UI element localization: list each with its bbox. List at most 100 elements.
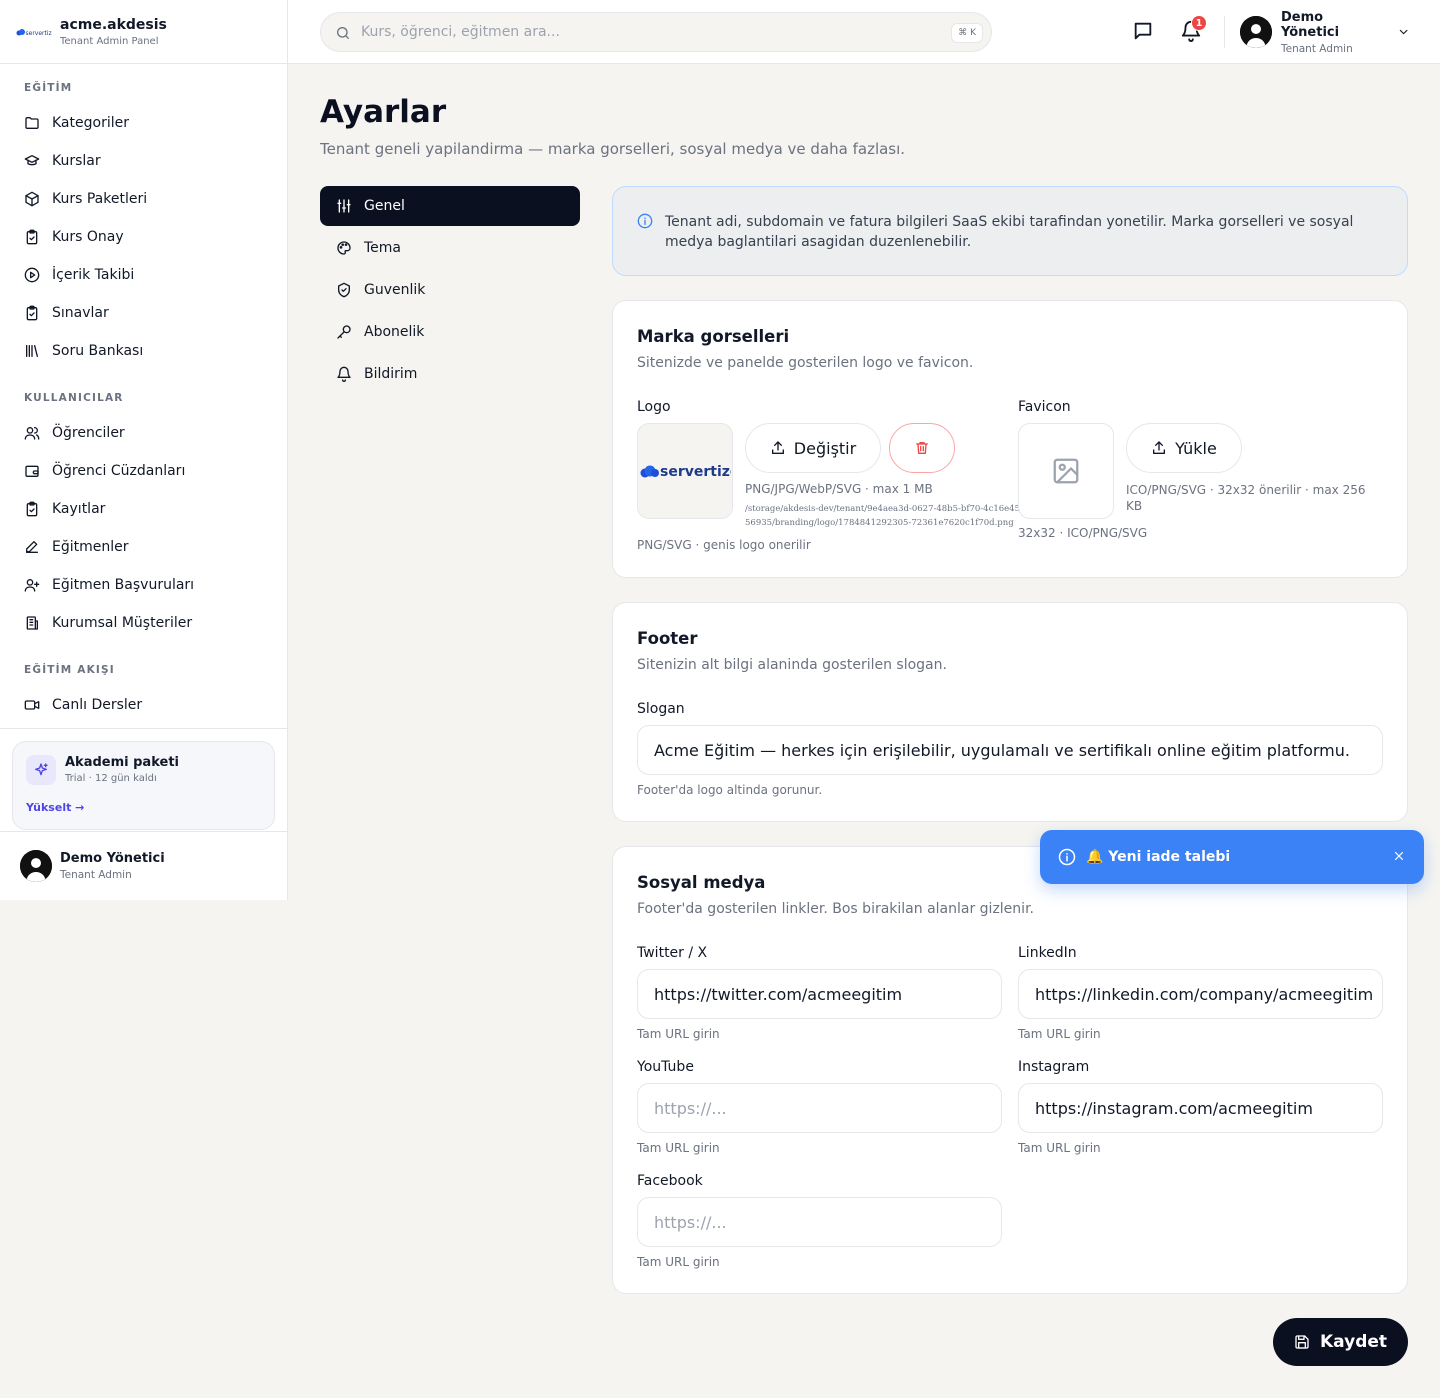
sidebar-user-role: Tenant Admin xyxy=(60,869,132,881)
sidebar-item-label: Öğrenciler xyxy=(52,425,125,441)
sidebar-item-kurslar[interactable]: Kurslar xyxy=(0,142,287,180)
change-logo-button[interactable]: Değiştir xyxy=(745,423,881,473)
sidebar-item-label: İçerik Takibi xyxy=(52,267,135,283)
sidebar-item-kurs-onay[interactable]: Kurs Onay xyxy=(0,218,287,256)
logo-hint: PNG/SVG · genis logo onerilir xyxy=(637,538,811,552)
sidebar-user-name: Demo Yönetici xyxy=(60,851,165,866)
twitter-input[interactable]: https://twitter.com/acmeegitim xyxy=(637,969,1002,1019)
package-icon xyxy=(25,191,39,207)
tab-tema[interactable]: Tema xyxy=(320,228,580,268)
close-icon[interactable] xyxy=(1392,849,1406,863)
twitter-label: Twitter / X xyxy=(637,945,708,961)
upload-favicon-button[interactable]: Yükle xyxy=(1126,423,1242,473)
toast-notification[interactable]: 🔔 Yeni iade talebi xyxy=(1040,830,1424,884)
upgrade-subtitle: Trial · 12 gün kaldı xyxy=(65,773,157,784)
brand-logo: servertize xyxy=(16,25,52,39)
sidebar-item-ogrenci-cuzdanlari[interactable]: Öğrenci Cüzdanları xyxy=(0,452,287,490)
footer-card: Footer Sitenizin alt bilgi alaninda gost… xyxy=(612,602,1408,822)
messages-button[interactable] xyxy=(1132,20,1156,44)
brand-logo-text: servertize xyxy=(26,30,53,37)
sidebar-user[interactable]: Demo Yönetici Tenant Admin xyxy=(0,831,287,900)
delete-logo-button[interactable] xyxy=(889,423,955,473)
upgrade-link[interactable]: Yükselt → xyxy=(26,801,84,814)
clipboard-check-icon xyxy=(26,305,38,321)
sidebar-item-label: Eğitmen Başvuruları xyxy=(52,577,195,593)
tab-abonelik[interactable]: Abonelik xyxy=(320,312,580,352)
sidebar-item-canli-dersler[interactable]: Canlı Dersler xyxy=(0,686,287,724)
topbar-divider xyxy=(1224,16,1225,48)
user-menu[interactable]: Demo Yönetici Tenant Admin xyxy=(1240,10,1410,55)
facebook-label: Facebook xyxy=(637,1173,703,1189)
bell-icon xyxy=(337,366,351,382)
search-input[interactable]: Kurs, öğrenci, eğitmen ara... ⌘ K xyxy=(320,12,992,52)
shield-check-icon xyxy=(338,282,350,298)
sidebar-item-egitmenler[interactable]: Eğitmenler xyxy=(0,528,287,566)
linkedin-input[interactable]: https://linkedin.com/company/acmeegitim xyxy=(1018,969,1383,1019)
logo-label: Logo xyxy=(637,399,671,415)
upload-icon xyxy=(771,441,784,454)
brand[interactable]: servertize acme.akdesis Tenant Admin Pan… xyxy=(0,0,287,64)
logo-path-line1: /storage/akdesis-dev/tenant/9e4aea3d-062… xyxy=(745,504,1020,514)
info-icon xyxy=(1058,848,1076,866)
instagram-input[interactable]: https://instagram.com/acmeegitim xyxy=(1018,1083,1383,1133)
save-button[interactable]: Kaydet xyxy=(1273,1318,1408,1366)
tab-bildirim[interactable]: Bildirim xyxy=(320,354,580,394)
notifications-button[interactable]: 1 xyxy=(1180,15,1207,44)
message-square-icon xyxy=(1134,22,1152,40)
sidebar-item-sinavlar[interactable]: Sınavlar xyxy=(0,294,287,332)
sidebar-item-ogrenciler[interactable]: Öğrenciler xyxy=(0,414,287,452)
slogan-hint: Footer'da logo altinda gorunur. xyxy=(637,783,823,797)
info-text-line2: medya baglantilari asagidan duzenlenebil… xyxy=(665,234,972,250)
video-icon xyxy=(24,700,40,710)
users-icon xyxy=(24,427,40,440)
tab-label: Abonelik xyxy=(364,324,425,340)
branding-title: Marka gorselleri xyxy=(637,327,790,346)
sidebar-item-icerik-takibi[interactable]: İçerik Takibi xyxy=(0,256,287,294)
sliders-icon xyxy=(337,199,351,213)
sidebar-item-kayitlar[interactable]: Kayıtlar xyxy=(0,490,287,528)
slogan-input[interactable]: Acme Eğitim — herkes için erişilebilir, … xyxy=(637,725,1383,775)
clipboard-check-icon xyxy=(26,501,38,517)
brand-subtitle: Tenant Admin Panel xyxy=(60,35,159,47)
logo-preview: servertize xyxy=(637,423,733,519)
sidebar-item-kategoriler[interactable]: Kategoriler xyxy=(0,104,287,142)
trash-icon xyxy=(916,442,928,454)
favicon-label: Favicon xyxy=(1018,399,1071,415)
sidebar-item-label: Kurslar xyxy=(52,153,101,169)
sidebar-item-label: Kurs Onay xyxy=(52,229,124,245)
sidebar: servertize acme.akdesis Tenant Admin Pan… xyxy=(0,0,288,900)
tab-label: Bildirim xyxy=(364,366,418,382)
favicon-formats-line1: ICO/PNG/SVG · 32x32 önerilir · max 256 xyxy=(1126,483,1366,497)
tab-genel[interactable]: Genel xyxy=(320,186,580,226)
user-name: Demo Yönetici xyxy=(1281,9,1340,40)
sidebar-item-kurs-paketleri[interactable]: Kurs Paketleri xyxy=(0,180,287,218)
sidebar-item-label: Sınavlar xyxy=(52,305,109,321)
sidebar-item-soru-bankasi[interactable]: Soru Bankası xyxy=(0,332,287,370)
graduation-cap-icon xyxy=(24,155,40,166)
change-logo-label: Değiştir xyxy=(793,438,857,458)
search-placeholder: Kurs, öğrenci, eğitmen ara... xyxy=(361,24,560,40)
toast-text: 🔔 Yeni iade talebi xyxy=(1086,849,1231,865)
slogan-label: Slogan xyxy=(637,701,685,717)
tab-label: Tema xyxy=(364,240,402,256)
page-title: Ayarlar xyxy=(320,94,447,130)
tab-guvenlik[interactable]: Guvenlik xyxy=(320,270,580,310)
footer-title: Footer xyxy=(637,629,698,648)
sidebar-item-egitmen-basvurulari[interactable]: Eğitmen Başvuruları xyxy=(0,566,287,604)
nav-section-kullanicilar: KULLANICILAR xyxy=(24,392,124,404)
info-banner: Tenant adi, subdomain ve fatura bilgiler… xyxy=(612,186,1408,276)
sidebar-item-kurumsal-musteriler[interactable]: Kurumsal Müşteriler xyxy=(0,604,287,642)
facebook-input[interactable]: https://... xyxy=(637,1197,1002,1247)
sidebar-item-label: Soru Bankası xyxy=(52,343,144,359)
info-icon xyxy=(637,213,653,229)
settings-tabs: Genel Tema Guvenlik Abonelik Bildirim xyxy=(320,186,580,396)
clipboard-check-icon xyxy=(26,229,38,245)
social-subtitle: Footer'da gosterilen linkler. Bos biraki… xyxy=(637,901,1034,917)
key-icon xyxy=(337,325,351,339)
search-icon xyxy=(337,27,349,39)
sidebar-item-label: Kurs Paketleri xyxy=(52,191,148,207)
topbar: Kurs, öğrenci, eğitmen ara... ⌘ K 1 Demo… xyxy=(288,0,1440,64)
logo-path-line2: 56935/branding/logo/1784841292305-72361e… xyxy=(745,518,1014,528)
sidebar-item-label: Kurumsal Müşteriler xyxy=(52,615,193,631)
youtube-input[interactable]: https://... xyxy=(637,1083,1002,1133)
